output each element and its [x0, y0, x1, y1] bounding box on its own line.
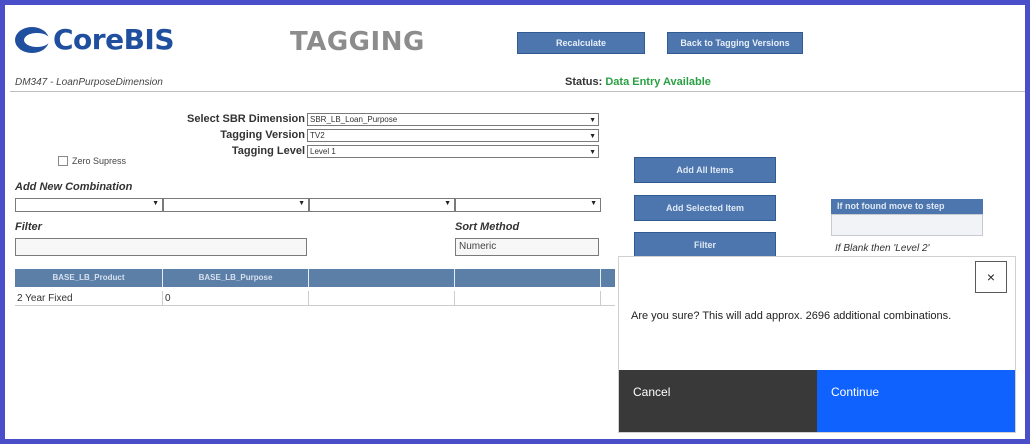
chevron-down-icon: ▼: [589, 149, 596, 156]
dimension-subtitle: DM347 - LoanPurposeDimension: [15, 77, 163, 88]
step-input[interactable]: [831, 214, 983, 236]
add-selected-item-button[interactable]: Add Selected Item: [634, 195, 776, 221]
continue-button[interactable]: Continue: [817, 370, 1015, 432]
column-header[interactable]: BASE_LB_Product: [15, 269, 163, 287]
filter-input[interactable]: [15, 238, 307, 256]
dialog-message: Are you sure? This will add approx. 2696…: [631, 310, 952, 322]
app-frame: CoreBIS TAGGING Recalculate Back to Tagg…: [0, 0, 1030, 444]
corebis-logo: CoreBIS: [15, 23, 175, 56]
add-new-combination-label: Add New Combination: [15, 181, 133, 193]
status-line: Status: Data Entry Available: [565, 76, 711, 88]
filter-label: Filter: [15, 221, 42, 233]
logo-icon: [15, 25, 51, 55]
table-cell: [455, 291, 601, 306]
sort-method-input[interactable]: Numeric: [455, 238, 599, 256]
table-cell: 2 Year Fixed: [15, 291, 163, 306]
tagging-version-select[interactable]: TV2 ▼: [307, 129, 599, 142]
zero-supress-checkbox[interactable]: [58, 156, 68, 166]
chevron-down-icon: ▼: [589, 133, 596, 140]
add-all-items-button[interactable]: Add All Items: [634, 157, 776, 183]
chevron-down-icon: ▼: [590, 200, 597, 207]
combination-select-1[interactable]: ▼: [15, 198, 163, 212]
logo-text: CoreBIS: [53, 23, 175, 56]
column-header[interactable]: BASE_LB_Purpose: [163, 269, 309, 287]
combination-select-2[interactable]: ▼: [163, 198, 309, 212]
table-cell: 0: [163, 291, 309, 306]
chevron-down-icon: ▼: [444, 200, 451, 207]
tagging-level-label: Tagging Level: [231, 145, 305, 157]
combination-select-3[interactable]: ▼: [309, 198, 455, 212]
cancel-button[interactable]: Cancel: [619, 370, 817, 432]
chevron-down-icon: ▼: [298, 200, 305, 207]
page-title: TAGGING: [290, 27, 425, 57]
column-header[interactable]: [309, 269, 455, 287]
sbr-dimension-value: SBR_LB_Loan_Purpose: [310, 115, 398, 124]
status-label: Status:: [565, 76, 603, 88]
filter-button[interactable]: Filter: [634, 232, 776, 258]
tagging-version-value: TV2: [310, 131, 325, 140]
tagging-level-value: Level 1: [310, 147, 336, 156]
column-header[interactable]: [455, 269, 601, 287]
close-icon[interactable]: ×: [975, 261, 1007, 293]
header-divider: [10, 91, 1025, 92]
table-cell: [309, 291, 455, 306]
sbr-dimension-label: Select SBR Dimension: [187, 113, 305, 125]
combination-select-4[interactable]: ▼: [455, 198, 601, 212]
chevron-down-icon: ▼: [589, 117, 596, 124]
back-to-tagging-versions-button[interactable]: Back to Tagging Versions: [667, 32, 803, 54]
recalculate-button[interactable]: Recalculate: [517, 32, 645, 54]
sbr-dimension-select[interactable]: SBR_LB_Loan_Purpose ▼: [307, 113, 599, 126]
tagging-level-select[interactable]: Level 1 ▼: [307, 145, 599, 158]
tagging-version-label: Tagging Version: [220, 129, 305, 141]
sort-method-label: Sort Method: [455, 221, 520, 233]
step-panel-header: If not found move to step: [831, 199, 983, 214]
status-value: Data Entry Available: [605, 76, 711, 88]
chevron-down-icon: ▼: [152, 200, 159, 207]
zero-supress-label: Zero Supress: [72, 156, 127, 166]
step-note: If Blank then 'Level 2': [835, 243, 930, 254]
